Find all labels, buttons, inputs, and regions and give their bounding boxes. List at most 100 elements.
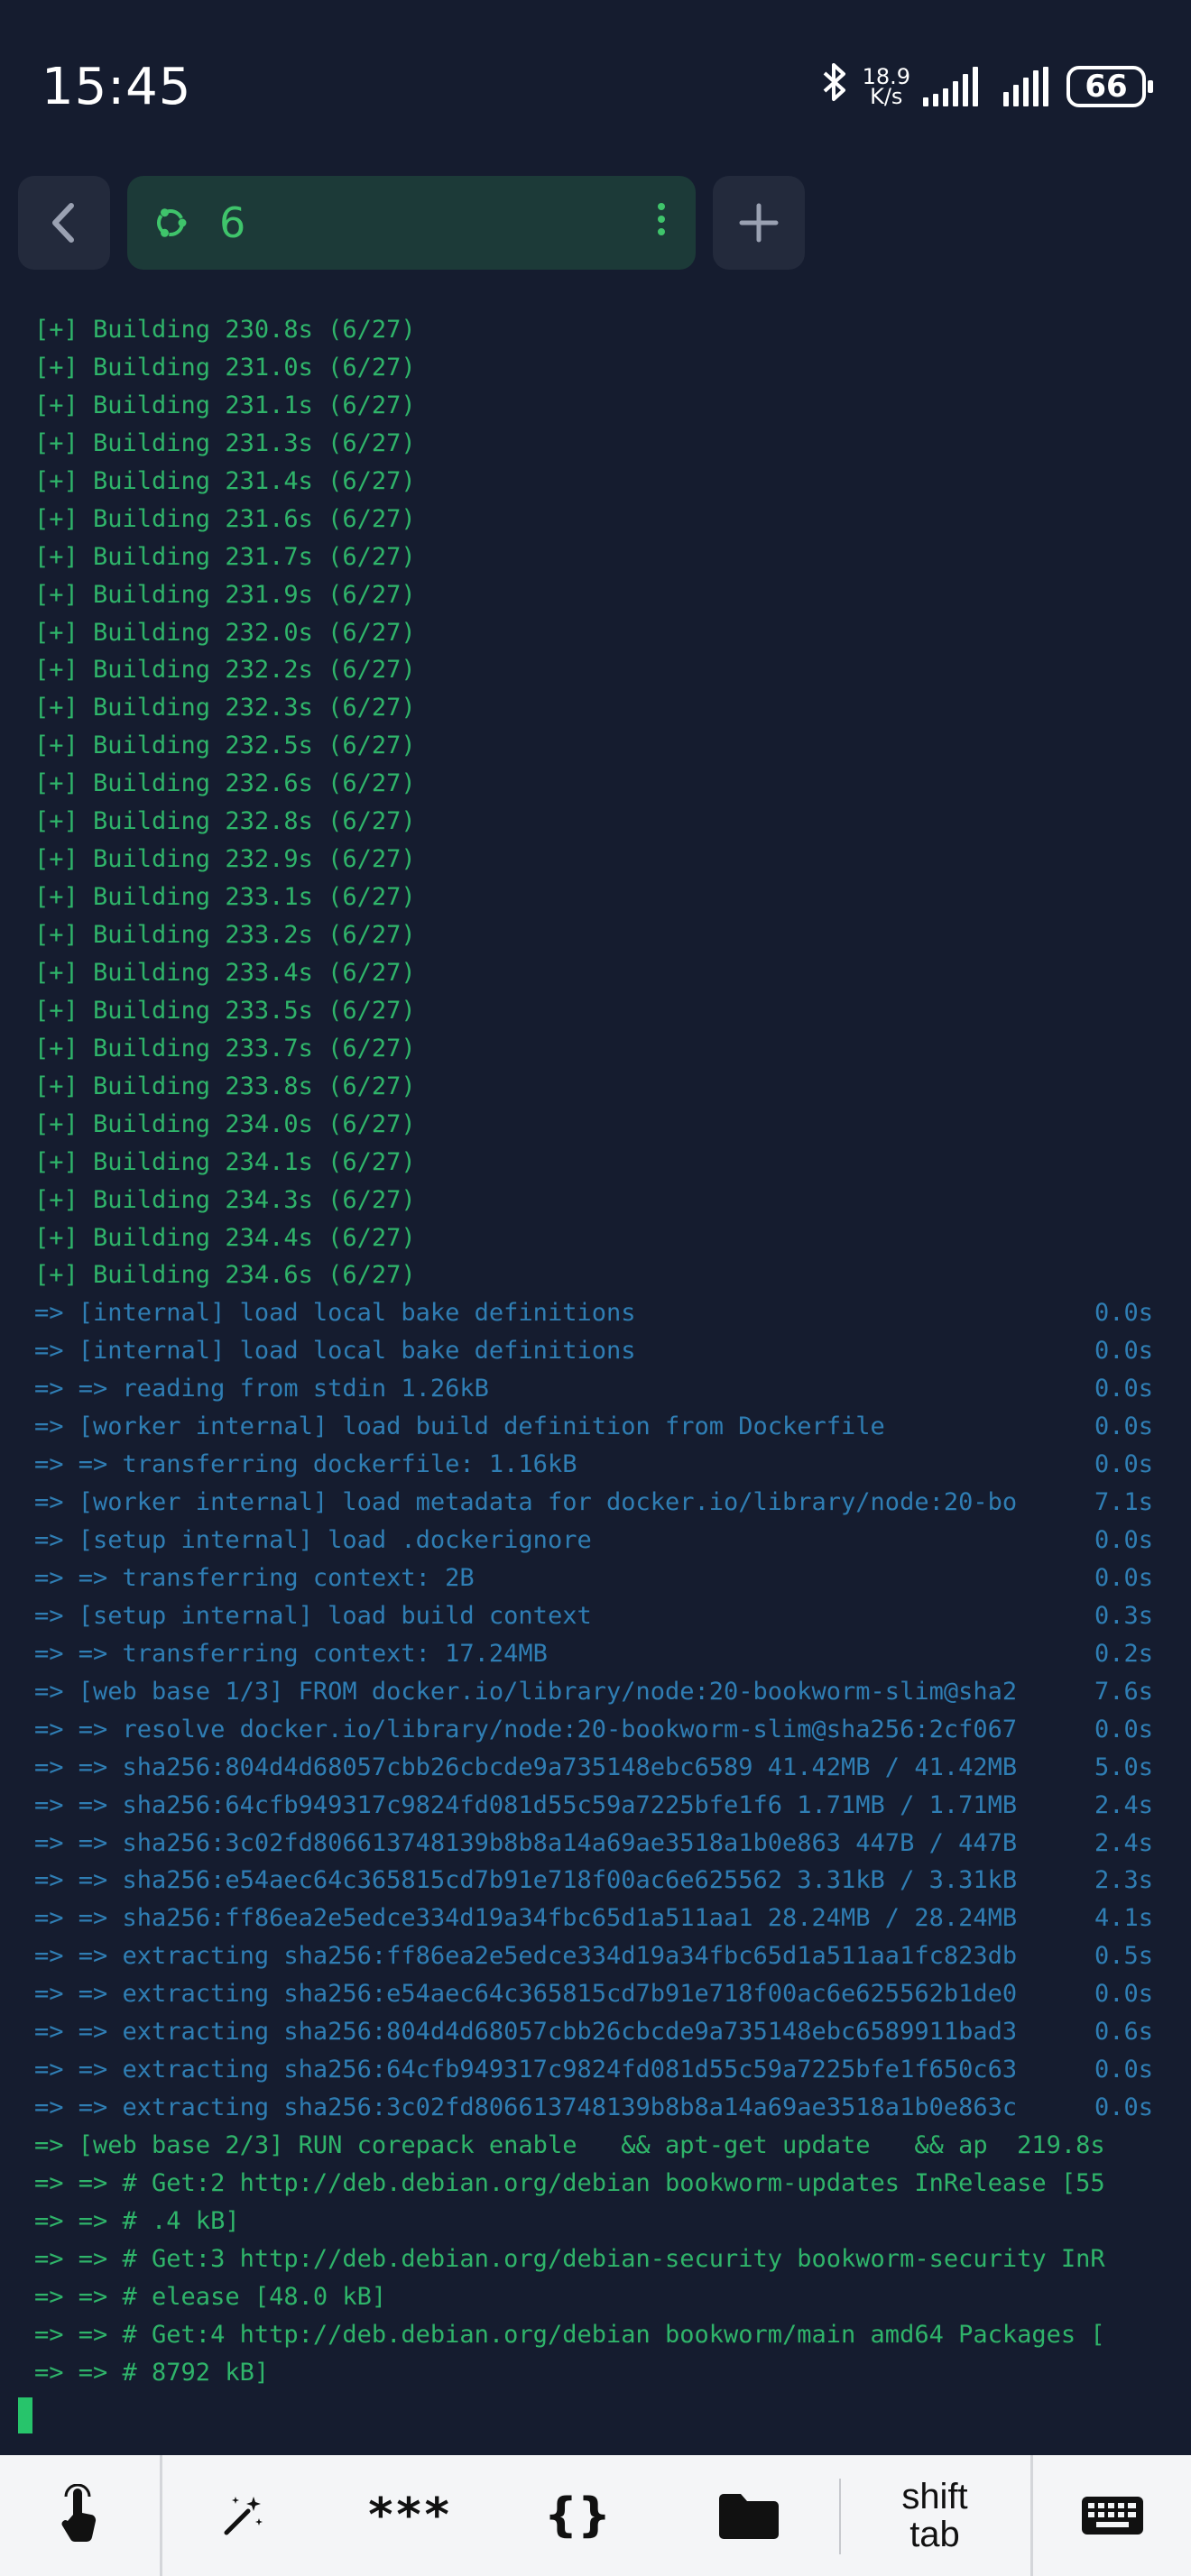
step-duration: 0.2s (1094, 1639, 1153, 1668)
folder-icon (719, 2494, 779, 2539)
terminal-line: [+] Building 233.7s (6/27) (34, 1034, 416, 1063)
terminal-line: => => sha256:ff86ea2e5edce334d19a34fbc65… (34, 1900, 1153, 1937)
terminal-line: [+] Building 234.4s (6/27) (34, 1223, 416, 1252)
step-text: => => extracting sha256:e54aec64c365815c… (34, 1980, 1018, 2009)
plus-icon (739, 203, 779, 243)
terminal-line: [+] Building 233.8s (6/27) (34, 1072, 416, 1100)
terminal-line: [+] Building 233.5s (6/27) (34, 996, 416, 1025)
terminal-line: => => reading from stdin 1.26kB 0.0s (34, 1370, 1153, 1408)
terminal-line: => => sha256:64cfb949317c9824fd081d55c59… (34, 1787, 1153, 1825)
terminal-line: => => sha256:e54aec64c365815cd7b91e718f0… (34, 1862, 1153, 1900)
battery-icon: 66 (1066, 66, 1153, 107)
folder-key[interactable] (659, 2455, 839, 2576)
step-duration: 0.0s (1094, 1715, 1153, 1743)
step-text: => => extracting sha256:64cfb949317c9824… (34, 2056, 1018, 2084)
terminal-line: [+] Building 234.3s (6/27) (34, 1185, 416, 1214)
step-duration: 0.5s (1094, 1942, 1153, 1971)
terminal-line: => => sha256:3c02fd806613748139b8b8a14a6… (34, 1825, 1153, 1863)
step-text: => [web base 1/3] FROM docker.io/library… (34, 1677, 1018, 1706)
terminal-line: => [setup internal] load .dockerignore 0.… (34, 1522, 1153, 1559)
braces-key[interactable]: {} (496, 2455, 659, 2576)
terminal-line: [+] Building 232.3s (6/27) (34, 694, 416, 722)
cell-signal-2-icon (1003, 67, 1048, 106)
step-text: => => transferring context: 2B (34, 1563, 475, 1592)
step-duration: 2.4s (1094, 1790, 1153, 1819)
step-duration: 2.3s (1094, 1866, 1153, 1895)
terminal-line: => => # 8792 kB] (34, 2358, 270, 2387)
touch-key[interactable] (0, 2455, 162, 2576)
step-text: => => extracting sha256:ff86ea2e5edce334… (34, 1942, 1018, 1971)
terminal-line: [+] Building 231.4s (6/27) (34, 466, 416, 495)
terminal-line: [+] Building 231.0s (6/27) (34, 353, 416, 382)
add-session-button[interactable] (713, 176, 805, 270)
step-text: => => extracting sha256:3c02fd8066137481… (34, 2093, 1018, 2122)
terminal-line: => [setup internal] load build context 0.… (34, 1597, 1153, 1635)
terminal-line: => [web base 1/3] FROM docker.io/library… (34, 1673, 1153, 1711)
terminal-line: [+] Building 232.0s (6/27) (34, 618, 416, 647)
terminal-line: => => # .4 kB] (34, 2206, 240, 2235)
chevron-left-icon (52, 203, 74, 243)
terminal-line: => [internal] load local bake definition… (34, 1332, 1153, 1370)
terminal-line: [+] Building 234.0s (6/27) (34, 1109, 416, 1138)
magic-wand-icon (224, 2497, 263, 2535)
terminal-line: [+] Building 233.4s (6/27) (34, 958, 416, 987)
step-duration: 4.1s (1094, 1904, 1153, 1933)
step-text: => [internal] load local bake definition… (34, 1337, 636, 1366)
network-speed: 18.9 K/s (862, 64, 910, 109)
terminal-output[interactable]: [+] Building 230.8s (6/27) [+] Building 2… (34, 311, 1153, 2392)
step-duration: 0.0s (1094, 1980, 1153, 2009)
terminal-line: => => # Get:3 http://deb.debian.org/debi… (34, 2244, 1105, 2273)
terminal-line: [+] Building 231.6s (6/27) (34, 504, 416, 533)
step-duration: 2.4s (1094, 1828, 1153, 1857)
terminal-line: [+] Building 231.3s (6/27) (34, 428, 416, 457)
step-text: => => sha256:ff86ea2e5edce334d19a34fbc65… (34, 1904, 1018, 1933)
terminal-line: => [web base 2/3] RUN corepack enable &&… (34, 2131, 1105, 2159)
step-text: => => reading from stdin 1.26kB (34, 1375, 489, 1403)
shift-tab-key[interactable]: shift tab (839, 2455, 1033, 2576)
status-icons: 18.9 K/s 66 (819, 60, 1153, 114)
vertical-dots-icon[interactable] (658, 203, 665, 235)
step-duration: 0.0s (1094, 1299, 1153, 1328)
step-duration: 0.0s (1094, 1375, 1153, 1403)
terminal-line: [+] Building 232.5s (6/27) (34, 731, 416, 760)
step-text: => => sha256:804d4d68057cbb26cbcde9a7351… (34, 1753, 1018, 1781)
terminal-line: [+] Building 231.1s (6/27) (34, 391, 416, 419)
keyboard-key[interactable] (1033, 2455, 1191, 2576)
step-duration: 0.0s (1094, 1337, 1153, 1366)
terminal-line: => => sha256:804d4d68057cbb26cbcde9a7351… (34, 1749, 1153, 1787)
ubuntu-icon (157, 208, 187, 237)
keyboard-icon (1081, 2497, 1143, 2535)
step-duration: 0.0s (1094, 1450, 1153, 1479)
step-text: => => transferring context: 17.24MB (34, 1639, 548, 1668)
step-duration: 0.3s (1094, 1601, 1153, 1630)
terminal-line: [+] Building 234.1s (6/27) (34, 1147, 416, 1176)
terminal-line: => => transferring context: 2B 0.0s (34, 1559, 1153, 1597)
session-tab[interactable]: 6 (127, 176, 696, 270)
terminal-line: => => extracting sha256:3c02fd8066137481… (34, 2089, 1153, 2127)
step-text: => => transferring dockerfile: 1.16kB (34, 1450, 577, 1479)
touch-hand-icon (61, 2484, 96, 2543)
terminal-line: => => # Get:4 http://deb.debian.org/debi… (34, 2320, 1105, 2349)
password-key[interactable]: *** (325, 2455, 496, 2576)
step-duration: 0.0s (1094, 2056, 1153, 2084)
terminal-line: => => # Get:2 http://deb.debian.org/debi… (34, 2168, 1105, 2197)
step-text: => => sha256:3c02fd806613748139b8b8a14a6… (34, 1828, 1018, 1857)
step-duration: 0.6s (1094, 2018, 1153, 2047)
step-text: => [internal] load local bake definition… (34, 1299, 636, 1328)
step-text: => [worker internal] load metadata for d… (34, 1488, 1018, 1517)
step-duration: 0.0s (1094, 2093, 1153, 2122)
terminal-line: [+] Building 232.6s (6/27) (34, 769, 416, 798)
step-text: => => sha256:64cfb949317c9824fd081d55c59… (34, 1790, 1018, 1819)
terminal-line: [+] Building 232.9s (6/27) (34, 845, 416, 874)
terminal-line: => [worker internal] load metadata for d… (34, 1484, 1153, 1522)
terminal-line: [+] Building 232.8s (6/27) (34, 807, 416, 836)
step-duration: 0.0s (1094, 1563, 1153, 1592)
step-text: => [setup internal] load .dockerignore (34, 1526, 592, 1554)
terminal-line: => => transferring dockerfile: 1.16kB 0.0… (34, 1446, 1153, 1484)
terminal-line: [+] Building 231.9s (6/27) (34, 580, 416, 609)
bluetooth-icon (819, 61, 850, 113)
clock: 15:45 (42, 58, 192, 116)
magic-key[interactable] (162, 2455, 325, 2576)
back-button[interactable] (18, 176, 110, 270)
step-duration: 7.1s (1094, 1488, 1153, 1517)
